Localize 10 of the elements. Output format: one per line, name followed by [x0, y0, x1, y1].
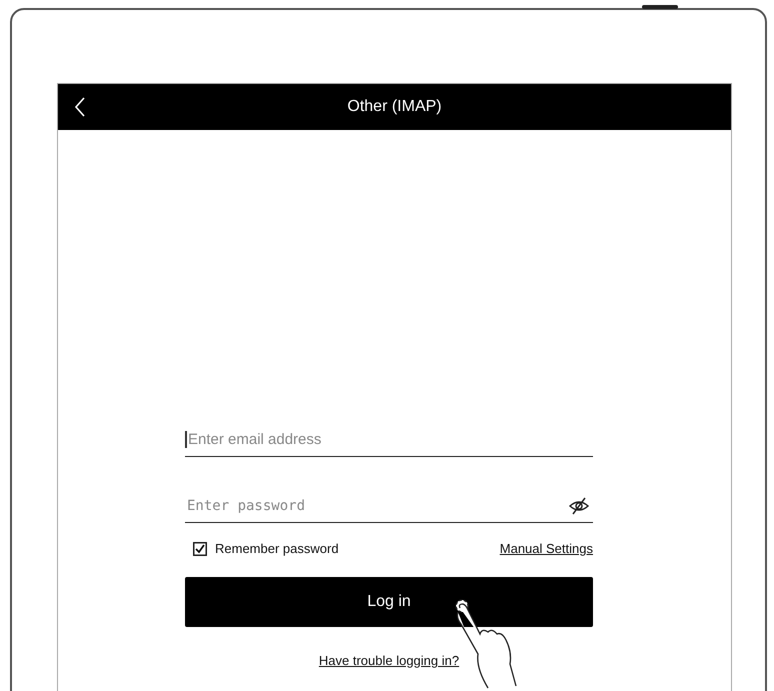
password-field[interactable]: Enter password — [185, 498, 569, 514]
manual-settings-link[interactable]: Manual Settings — [500, 541, 593, 556]
login-button[interactable]: Log in — [185, 577, 593, 627]
eye-slash-icon[interactable] — [569, 496, 589, 514]
screen-title: Other (IMAP) — [347, 98, 442, 116]
remember-password-checkbox[interactable]: Remember password — [185, 541, 339, 556]
trouble-login-link[interactable]: Have trouble logging in? — [318, 653, 460, 668]
back-icon[interactable] — [74, 97, 86, 117]
checkbox[interactable] — [193, 542, 207, 556]
email-field[interactable]: Enter email address — [185, 431, 593, 448]
